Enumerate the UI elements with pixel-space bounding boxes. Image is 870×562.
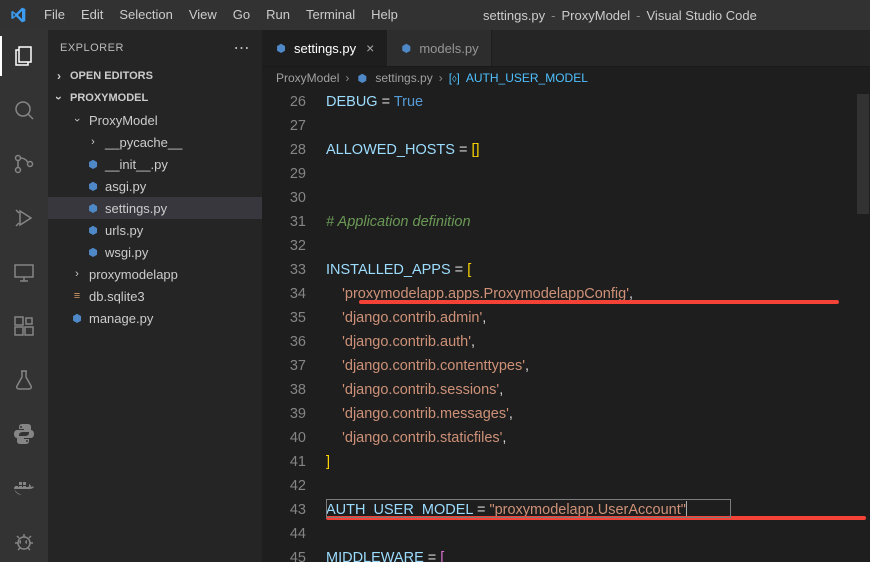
menu-file[interactable]: File [36, 0, 73, 30]
chevron-right-icon: › [345, 71, 349, 85]
docker-icon[interactable] [0, 468, 48, 508]
folder-proxymodel[interactable]: ›ProxyModel [48, 109, 262, 131]
file-settings[interactable]: ⬢settings.py [48, 197, 262, 219]
chevron-down-icon: › [52, 91, 66, 105]
scrollbar-thumb[interactable] [857, 94, 869, 214]
python-file-icon: ⬢ [86, 245, 100, 259]
search-icon[interactable] [0, 90, 48, 130]
tab-settings[interactable]: ⬢ settings.py × [262, 30, 387, 66]
section-open-editors[interactable]: › OPEN EDITORS [48, 65, 262, 87]
file-db[interactable]: ≡db.sqlite3 [48, 285, 262, 307]
python-file-icon: ⬢ [355, 71, 369, 85]
menu-view[interactable]: View [181, 0, 225, 30]
chevron-right-icon: › [70, 268, 84, 280]
python-file-icon: ⬢ [86, 157, 100, 171]
editor-area: ⬢ settings.py × ⬢ models.py ProxyModel ›… [262, 30, 870, 562]
activity-bar [0, 30, 48, 562]
python-icon[interactable] [0, 414, 48, 454]
explorer-icon[interactable] [0, 36, 48, 76]
python-file-icon: ⬢ [86, 201, 100, 215]
database-file-icon: ≡ [70, 289, 84, 303]
sidebar-more-icon[interactable]: ⋯ [234, 38, 251, 58]
chevron-right-icon: › [52, 69, 66, 83]
chevron-right-icon: › [86, 136, 100, 148]
menu-go[interactable]: Go [225, 0, 258, 30]
extensions-icon[interactable] [0, 306, 48, 346]
vscode-logo-icon [0, 7, 36, 23]
chevron-right-icon: › [439, 71, 443, 85]
close-icon[interactable]: × [366, 40, 374, 56]
title-app: Visual Studio Code [647, 8, 757, 23]
line-gutter: 2627282930313233343536373839404142434445 [262, 90, 326, 562]
sidebar-title: EXPLORER [60, 42, 124, 54]
variable-icon: [◊] [449, 71, 460, 85]
breadcrumb-file[interactable]: settings.py [375, 71, 432, 85]
menu-bar: File Edit Selection View Go Run Terminal… [36, 0, 406, 30]
python-file-icon: ⬢ [70, 311, 84, 325]
menu-selection[interactable]: Selection [111, 0, 180, 30]
source-control-icon[interactable] [0, 144, 48, 184]
breadcrumb-folder[interactable]: ProxyModel [276, 71, 339, 85]
sidebar-header: EXPLORER ⋯ [48, 30, 262, 65]
file-urls[interactable]: ⬢urls.py [48, 219, 262, 241]
file-init[interactable]: ⬢__init__.py [48, 153, 262, 175]
title-project: ProxyModel [562, 8, 631, 23]
breadcrumb-symbol[interactable]: AUTH_USER_MODEL [466, 71, 588, 85]
window-title: settings.py - ProxyModel - Visual Studio… [406, 8, 834, 23]
menu-run[interactable]: Run [258, 0, 298, 30]
sidebar: EXPLORER ⋯ › OPEN EDITORS › PROXYMODEL ›… [48, 30, 262, 562]
folder-proxymodelapp[interactable]: ›proxymodelapp [48, 263, 262, 285]
code-lines[interactable]: DEBUG = True ALLOWED_HOSTS = [] # Applic… [326, 90, 870, 562]
file-wsgi[interactable]: ⬢wsgi.py [48, 241, 262, 263]
annotation-underline [359, 300, 839, 304]
debug-icon[interactable] [0, 198, 48, 238]
chevron-down-icon: › [71, 113, 83, 127]
flask-icon[interactable] [0, 360, 48, 400]
file-asgi[interactable]: ⬢asgi.py [48, 175, 262, 197]
python-file-icon: ⬢ [399, 41, 413, 55]
python-file-icon: ⬢ [274, 41, 288, 55]
python-file-icon: ⬢ [86, 179, 100, 193]
selection-box [326, 499, 731, 518]
tab-models[interactable]: ⬢ models.py [387, 30, 491, 66]
python-file-icon: ⬢ [86, 223, 100, 237]
menu-terminal[interactable]: Terminal [298, 0, 363, 30]
section-project[interactable]: › PROXYMODEL [48, 87, 262, 109]
title-bar: File Edit Selection View Go Run Terminal… [0, 0, 870, 30]
file-manage[interactable]: ⬢manage.py [48, 307, 262, 329]
code-editor[interactable]: 2627282930313233343536373839404142434445… [262, 90, 870, 562]
menu-help[interactable]: Help [363, 0, 406, 30]
folder-pycache[interactable]: ›__pycache__ [48, 131, 262, 153]
breadcrumb[interactable]: ProxyModel › ⬢ settings.py › [◊] AUTH_US… [262, 66, 870, 90]
menu-edit[interactable]: Edit [73, 0, 111, 30]
bug-icon[interactable] [0, 522, 48, 562]
title-file: settings.py [483, 8, 545, 23]
tab-bar: ⬢ settings.py × ⬢ models.py [262, 30, 870, 66]
file-tree: ›ProxyModel ›__pycache__ ⬢__init__.py ⬢a… [48, 109, 262, 329]
remote-icon[interactable] [0, 252, 48, 292]
